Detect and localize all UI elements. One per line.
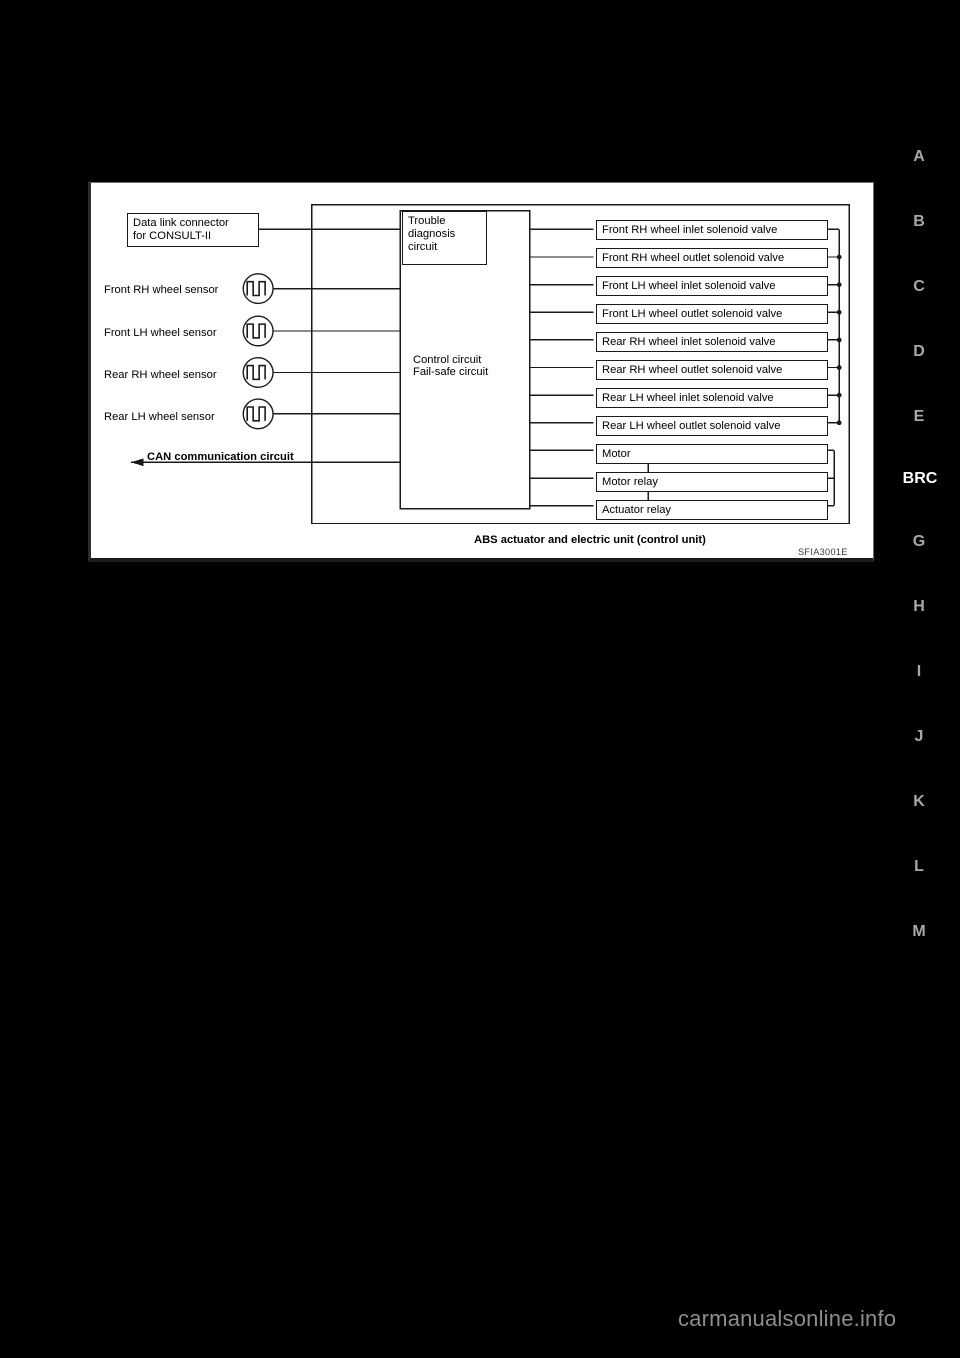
can-communication-label: CAN communication circuit [147, 451, 294, 463]
data-link-connector-box: Data link connector for CONSULT-II [127, 213, 259, 247]
output-label: Rear LH wheel outlet solenoid valve [602, 419, 781, 432]
output-label: Motor relay [602, 475, 658, 488]
control-circuit-line1: Control circuit [413, 354, 482, 366]
output-label: Front RH wheel inlet solenoid valve [602, 223, 778, 236]
site-watermark: carmanualsonline.info [678, 1306, 897, 1331]
trouble-diagnosis-circuit-box: Trouble diagnosis circuit [402, 211, 487, 265]
sensor-label-front-lh: Front LH wheel sensor [104, 327, 217, 339]
output-box-motor: Motor [596, 444, 828, 464]
section-tab-c[interactable]: C [896, 278, 942, 296]
output-label: Front LH wheel outlet solenoid valve [602, 307, 783, 320]
data-link-connector-line2: for CONSULT-II [133, 229, 212, 242]
data-link-connector-line1: Data link connector [133, 217, 229, 229]
output-box-front-rh-outlet: Front RH wheel outlet solenoid valve [596, 248, 828, 268]
section-tab-m[interactable]: M [896, 923, 942, 941]
output-label: Front LH wheel inlet solenoid valve [602, 279, 776, 292]
section-tab-b[interactable]: B [896, 213, 942, 231]
output-label: Rear RH wheel inlet solenoid valve [602, 335, 776, 348]
output-box-rear-rh-outlet: Rear RH wheel outlet solenoid valve [596, 360, 828, 380]
output-box-front-lh-inlet: Front LH wheel inlet solenoid valve [596, 276, 828, 296]
output-box-actuator-relay: Actuator relay [596, 500, 828, 520]
section-tab-rail: A B C D E BRC G H I J K L M [896, 130, 952, 960]
pulse-waveform-icon [242, 398, 274, 430]
sensor-label-rear-rh: Rear RH wheel sensor [104, 369, 217, 381]
output-box-rear-lh-outlet: Rear LH wheel outlet solenoid valve [596, 416, 828, 436]
output-label: Front RH wheel outlet solenoid valve [602, 251, 785, 264]
pulse-waveform-icon [242, 315, 274, 347]
can-arrow-head [130, 458, 144, 467]
system-diagram-figure: Data link connector for CONSULT-II Troub… [88, 182, 874, 562]
output-box-front-rh-inlet: Front RH wheel inlet solenoid valve [596, 220, 828, 240]
figure-code: SFIA3001E [798, 547, 848, 557]
section-tab-i[interactable]: I [896, 663, 942, 681]
output-label: Actuator relay [602, 503, 672, 516]
section-tab-l[interactable]: L [896, 858, 942, 876]
section-tab-h[interactable]: H [896, 598, 942, 616]
figure-caption: ABS actuator and electric unit (control … [474, 534, 706, 546]
section-tab-g[interactable]: G [896, 533, 942, 551]
section-tab-brc[interactable]: BRC [892, 470, 948, 488]
output-label: Rear LH wheel inlet solenoid valve [602, 391, 774, 404]
output-label: Motor [602, 447, 631, 460]
section-tab-e[interactable]: E [896, 408, 942, 426]
output-box-rear-rh-inlet: Rear RH wheel inlet solenoid valve [596, 332, 828, 352]
pulse-waveform-icon [242, 273, 274, 305]
figure-inner: Data link connector for CONSULT-II Troub… [91, 183, 873, 558]
section-tab-k[interactable]: K [896, 793, 942, 811]
control-circuit-label: Control circuit Fail-safe circuit [413, 354, 488, 378]
sensor-label-rear-lh: Rear LH wheel sensor [104, 411, 215, 423]
wheel-sensor-icons [242, 273, 274, 430]
trouble-diagnosis-line2: diagnosis [408, 227, 456, 240]
output-label: Rear RH wheel outlet solenoid valve [602, 363, 783, 376]
control-circuit-line2: Fail-safe circuit [413, 366, 489, 378]
trouble-diagnosis-line1: Trouble [408, 215, 446, 227]
output-box-front-lh-outlet: Front LH wheel outlet solenoid valve [596, 304, 828, 324]
section-tab-a[interactable]: A [896, 148, 942, 166]
sensor-label-front-rh: Front RH wheel sensor [104, 284, 219, 296]
trouble-diagnosis-line3: circuit [408, 240, 438, 253]
section-tab-j[interactable]: J [896, 728, 942, 746]
section-tab-d[interactable]: D [896, 343, 942, 361]
output-box-motor-relay: Motor relay [596, 472, 828, 492]
pulse-waveform-icon [242, 356, 274, 388]
output-box-rear-lh-inlet: Rear LH wheel inlet solenoid valve [596, 388, 828, 408]
